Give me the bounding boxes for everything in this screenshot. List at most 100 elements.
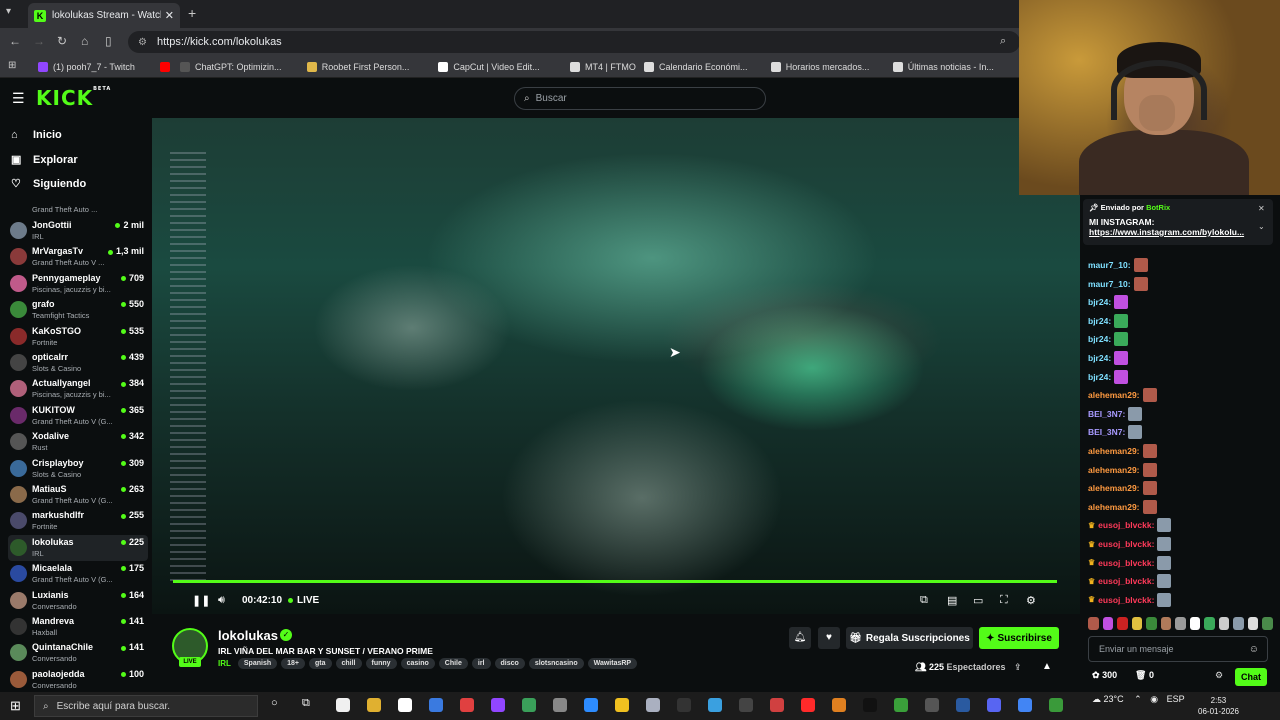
taskbar-app-icon[interactable] [398,698,412,712]
taskbar-search[interactable]: ⌕ Escribe aquí para buscar. [34,695,258,717]
chat-username[interactable]: eusoj_blvckk: [1098,576,1154,586]
taskbar-app-icon[interactable] [863,698,877,712]
emote-icon[interactable] [1146,617,1157,630]
progress-bar[interactable] [173,580,1057,583]
clip-icon[interactable]: ▤ [947,594,957,607]
taskbar-app-icon[interactable] [429,698,443,712]
chat-username[interactable]: bjr24: [1088,372,1111,382]
emote-icon[interactable] [1117,617,1128,630]
side-panel-icon[interactable]: ▯ [105,34,112,48]
unpin-icon[interactable]: ✕ [1258,204,1265,213]
taskbar-app-icon[interactable] [553,698,567,712]
home-browser-icon[interactable]: ⌂ [81,34,88,48]
emote-icon[interactable] [1262,617,1273,630]
pinned-message[interactable]: 📌︎ Enviado por BotRix MI INSTAGRAM: http… [1083,199,1273,245]
emoji-picker-icon[interactable]: ☺ [1249,644,1259,655]
chat-username[interactable]: eusoj_blvckk: [1098,558,1154,568]
taskbar-app-icon[interactable] [925,698,939,712]
sidebar-channel-item[interactable]: Pennygameplay Piscinas, jacuzzis y bi... 7… [8,271,148,297]
taskbar-app-icon[interactable] [615,698,629,712]
site-info-icon[interactable]: ⚙ [138,37,147,48]
rewards[interactable]: 🗑︎ 0 [1135,670,1154,681]
expand-chevron-icon[interactable]: ⌄ [1258,222,1265,231]
emote-icon[interactable] [1131,617,1143,630]
close-tab-icon[interactable]: ✕ [165,9,174,22]
emote-icon[interactable] [1160,617,1172,630]
sidebar-channel-item[interactable]: KaKoSTGO Fortnite 535 [8,324,148,350]
apps-grid-icon[interactable]: ⊞ [8,60,16,71]
sidebar-channel-item[interactable]: Mandreva Haxball 141 [8,614,148,640]
sidebar-channel-item[interactable]: KUKITOW Grand Theft Auto V (G... 365 [8,403,148,429]
nav-explorar[interactable]: ▣ Explorar [11,153,78,167]
report-icon[interactable]: ▲ [1042,661,1052,672]
taskbar-app-icon[interactable] [801,698,815,712]
taskbar-app-icon[interactable] [336,698,350,712]
sidebar-channel-item[interactable]: markushdlfr Fortnite 255 [8,508,148,534]
gift-subs-button[interactable]: 🎁︎ Regala Suscripciones [846,627,973,649]
bookmark-item[interactable]: MT4 | FTMO [570,56,636,78]
taskbar-app-icon[interactable] [522,698,536,712]
forward-icon[interactable]: → [33,34,45,48]
sidebar-channel-item[interactable]: Micaelala Grand Theft Auto V (G... 175 [8,561,148,587]
pause-icon[interactable]: ❚❚ [192,594,210,607]
pinned-link[interactable]: https://www.instagram.com/bylokolu... [1089,227,1254,237]
emote-icon[interactable] [1218,617,1230,630]
tag-chip[interactable]: slotsncasino [528,658,584,669]
chat-username[interactable]: BEI_3N7: [1088,427,1125,437]
zoom-icon[interactable]: ⌕ [1000,35,1006,48]
emote-icon[interactable] [1189,617,1201,630]
emote-icon[interactable] [1102,617,1114,630]
task-view-icon[interactable]: ⧉ [302,697,310,710]
bookmark-item[interactable]: ChatGPT: Optimizin... [180,56,282,78]
nav-inicio[interactable]: ⌂ Inicio [11,129,62,141]
sidebar-channel-item[interactable]: JonGottii IRL 2 mil [8,218,148,244]
taskbar-app-icon[interactable] [677,698,691,712]
search-input[interactable]: ⌕ Buscar [514,87,766,110]
reload-icon[interactable]: ↻ [57,34,67,48]
volume-icon[interactable]: 🔊︎ [218,594,225,607]
tag-chip[interactable]: chill [335,658,362,669]
tab-search-icon[interactable]: ▾ [6,6,11,17]
tray-chevron-icon[interactable]: ⌃ [1134,694,1142,704]
taskbar-app-icon[interactable] [770,698,784,712]
chat-username[interactable]: eusoj_blvckk: [1098,539,1154,549]
taskbar-app-icon[interactable] [584,698,598,712]
chat-username[interactable]: bjr24: [1088,316,1111,326]
theater-mode-icon[interactable]: ▭ [973,594,983,607]
tag-chip[interactable]: disco [494,658,525,669]
tag-chip[interactable]: gta [309,658,332,669]
taskbar-app-icon[interactable] [832,698,846,712]
follow-heart-icon[interactable]: ♥ [818,627,840,649]
bookmark-item[interactable]: Calendario Económi... [644,56,748,78]
taskbar-app-icon[interactable] [1049,698,1063,712]
bookmark-item[interactable]: CapCut | Video Edit... [438,56,540,78]
sidebar-channel-item[interactable]: Actuallyangel Piscinas, jacuzzis y bi... 3… [8,376,148,402]
new-tab-icon[interactable]: + [188,5,196,21]
emote-icon[interactable] [1204,617,1215,630]
video-player[interactable]: ➤ [152,118,1080,614]
tag-chip[interactable]: funny [365,658,397,669]
chat-username[interactable]: maur7_10: [1088,279,1131,289]
sidebar-channel-item[interactable]: QuintanaChile Conversando 141 [8,640,148,666]
address-bar[interactable]: ⚙ https://kick.com/lokolukas [128,31,1020,53]
chat-username[interactable]: aleheman29: [1088,502,1140,512]
taskbar-app-icon[interactable] [739,698,753,712]
sidebar-channel-item[interactable]: Luxianis Conversando 164 [8,588,148,614]
emote-icon[interactable] [1247,617,1259,630]
taskbar-app-icon[interactable] [987,698,1001,712]
chat-settings-icon[interactable]: ⚙ [1215,670,1223,681]
emote-icon[interactable] [1088,617,1099,630]
taskbar-app-icon[interactable] [894,698,908,712]
chat-username[interactable]: aleheman29: [1088,465,1140,475]
share-icon[interactable]: ⇪ [1014,662,1022,673]
chat-send-button[interactable]: Chat [1235,668,1267,686]
sidebar-channel-item[interactable]: MatiauS Grand Theft Auto V (G... 263 [8,482,148,508]
emote-icon[interactable] [1175,617,1186,630]
sidebar-channel-item[interactable]: MrVargasTv Grand Theft Auto V ... 1,3 mil [8,244,148,270]
channel-points[interactable]: ✿ 300 [1092,670,1117,681]
chat-username[interactable]: bjr24: [1088,334,1111,344]
sidebar-channel-item[interactable]: Xodalive Rust 342 [8,429,148,455]
bookmark-item[interactable]: Horarios mercados... [770,56,869,78]
chat-username[interactable]: aleheman29: [1088,446,1140,456]
cortana-icon[interactable]: ○ [271,697,278,709]
